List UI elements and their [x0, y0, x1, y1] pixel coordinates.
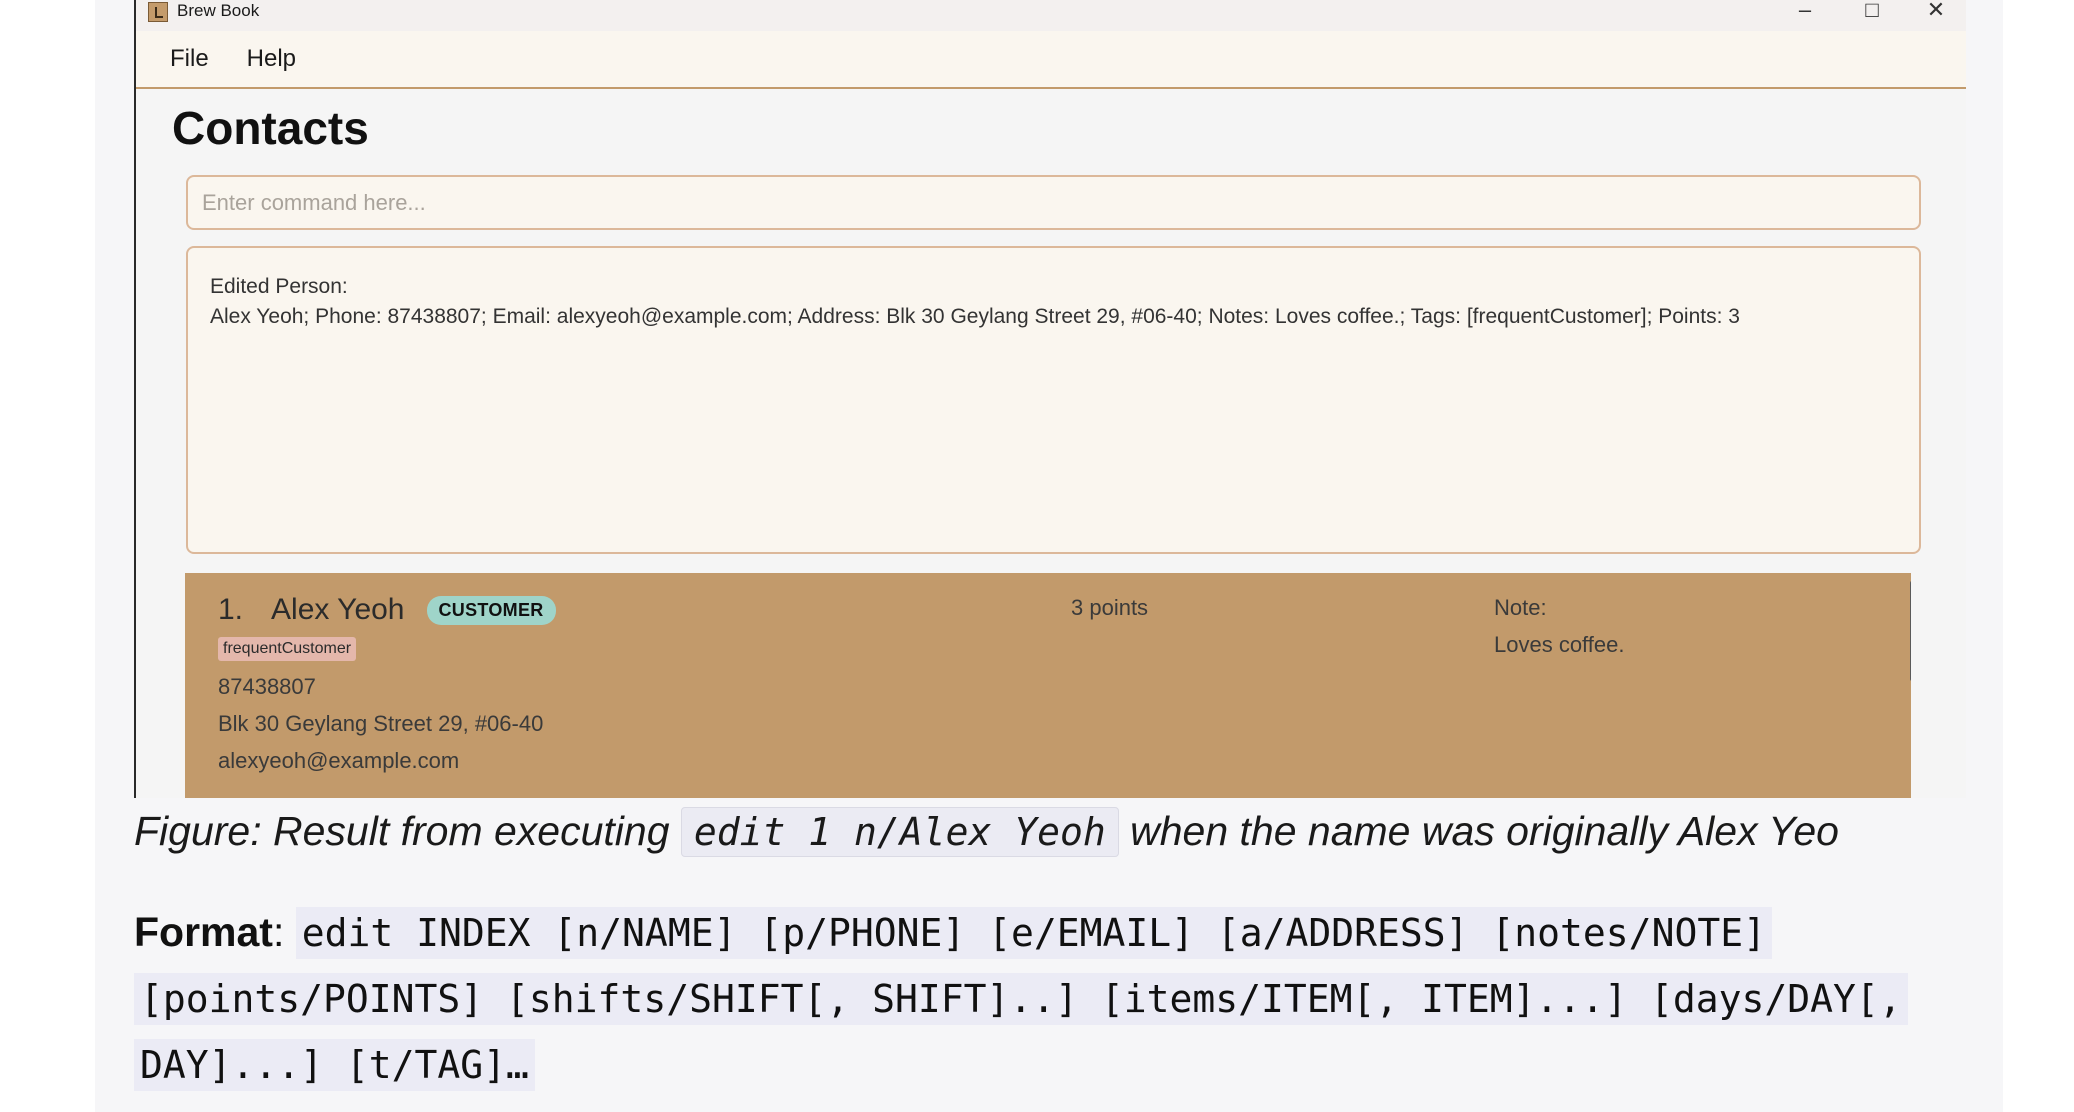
format-code: edit INDEX [n/NAME] [p/PHONE] [e/EMAIL] … — [134, 907, 1908, 1091]
app-logo-icon — [148, 1, 168, 22]
person-name-row: 1. Alex Yeoh CUSTOMER — [218, 593, 556, 627]
minimize-button[interactable]: – — [1785, 0, 1825, 26]
person-index: 1. — [218, 593, 244, 626]
app-window: Brew Book – □ ✕ File Help Contacts Edite… — [134, 0, 1966, 798]
note-label: Note: — [1494, 595, 1547, 620]
role-badge: CUSTOMER — [426, 595, 556, 625]
menu-file[interactable]: File — [170, 45, 209, 73]
close-icon: ✕ — [1926, 0, 1946, 22]
person-address: Blk 30 Geylang Street 29, #06-40 — [218, 711, 544, 736]
close-button[interactable]: ✕ — [1916, 0, 1956, 26]
maximize-button[interactable]: □ — [1852, 0, 1892, 26]
list-scrollbar[interactable] — [1910, 581, 1911, 681]
person-list[interactable]: 1. Alex Yeoh CUSTOMER frequentCustomer 8… — [185, 573, 1911, 798]
menu-bar: File Help — [136, 31, 1966, 89]
person-email: alexyeoh@example.com — [218, 748, 460, 773]
menu-help[interactable]: Help — [247, 45, 296, 73]
person-points: 3 points — [1071, 595, 1149, 620]
caption-code: edit 1 n/Alex Yeoh — [680, 807, 1119, 857]
window-title: Brew Book — [177, 0, 260, 20]
result-display[interactable]: Edited Person: Alex Yeoh; Phone: 8743880… — [186, 246, 1921, 554]
result-heading: Edited Person: — [210, 275, 348, 298]
person-name: Alex Yeoh — [271, 593, 405, 626]
figure-caption: Figure: Result from executing edit 1 n/A… — [134, 800, 1839, 863]
minimize-icon: – — [1798, 0, 1812, 22]
format-label: Format — [134, 909, 273, 955]
result-details: Alex Yeoh; Phone: 87438807; Email: alexy… — [210, 305, 1740, 328]
title-bar[interactable]: Brew Book – □ ✕ — [136, 0, 1966, 31]
format-description: Format: edit INDEX [n/NAME] [p/PHONE] [e… — [134, 900, 1984, 1098]
person-phone: 87438807 — [218, 674, 316, 699]
tag-badge: frequentCustomer — [218, 637, 357, 661]
caption-suffix: when the name was originally Alex Yeo — [1118, 808, 1839, 854]
command-input[interactable] — [186, 175, 1921, 230]
format-colon: : — [272, 909, 296, 955]
note-text: Loves coffee. — [1494, 632, 1625, 657]
maximize-icon: □ — [1865, 0, 1879, 22]
page-title: Contacts — [172, 102, 369, 154]
caption-prefix: Figure: Result from executing — [134, 808, 681, 854]
